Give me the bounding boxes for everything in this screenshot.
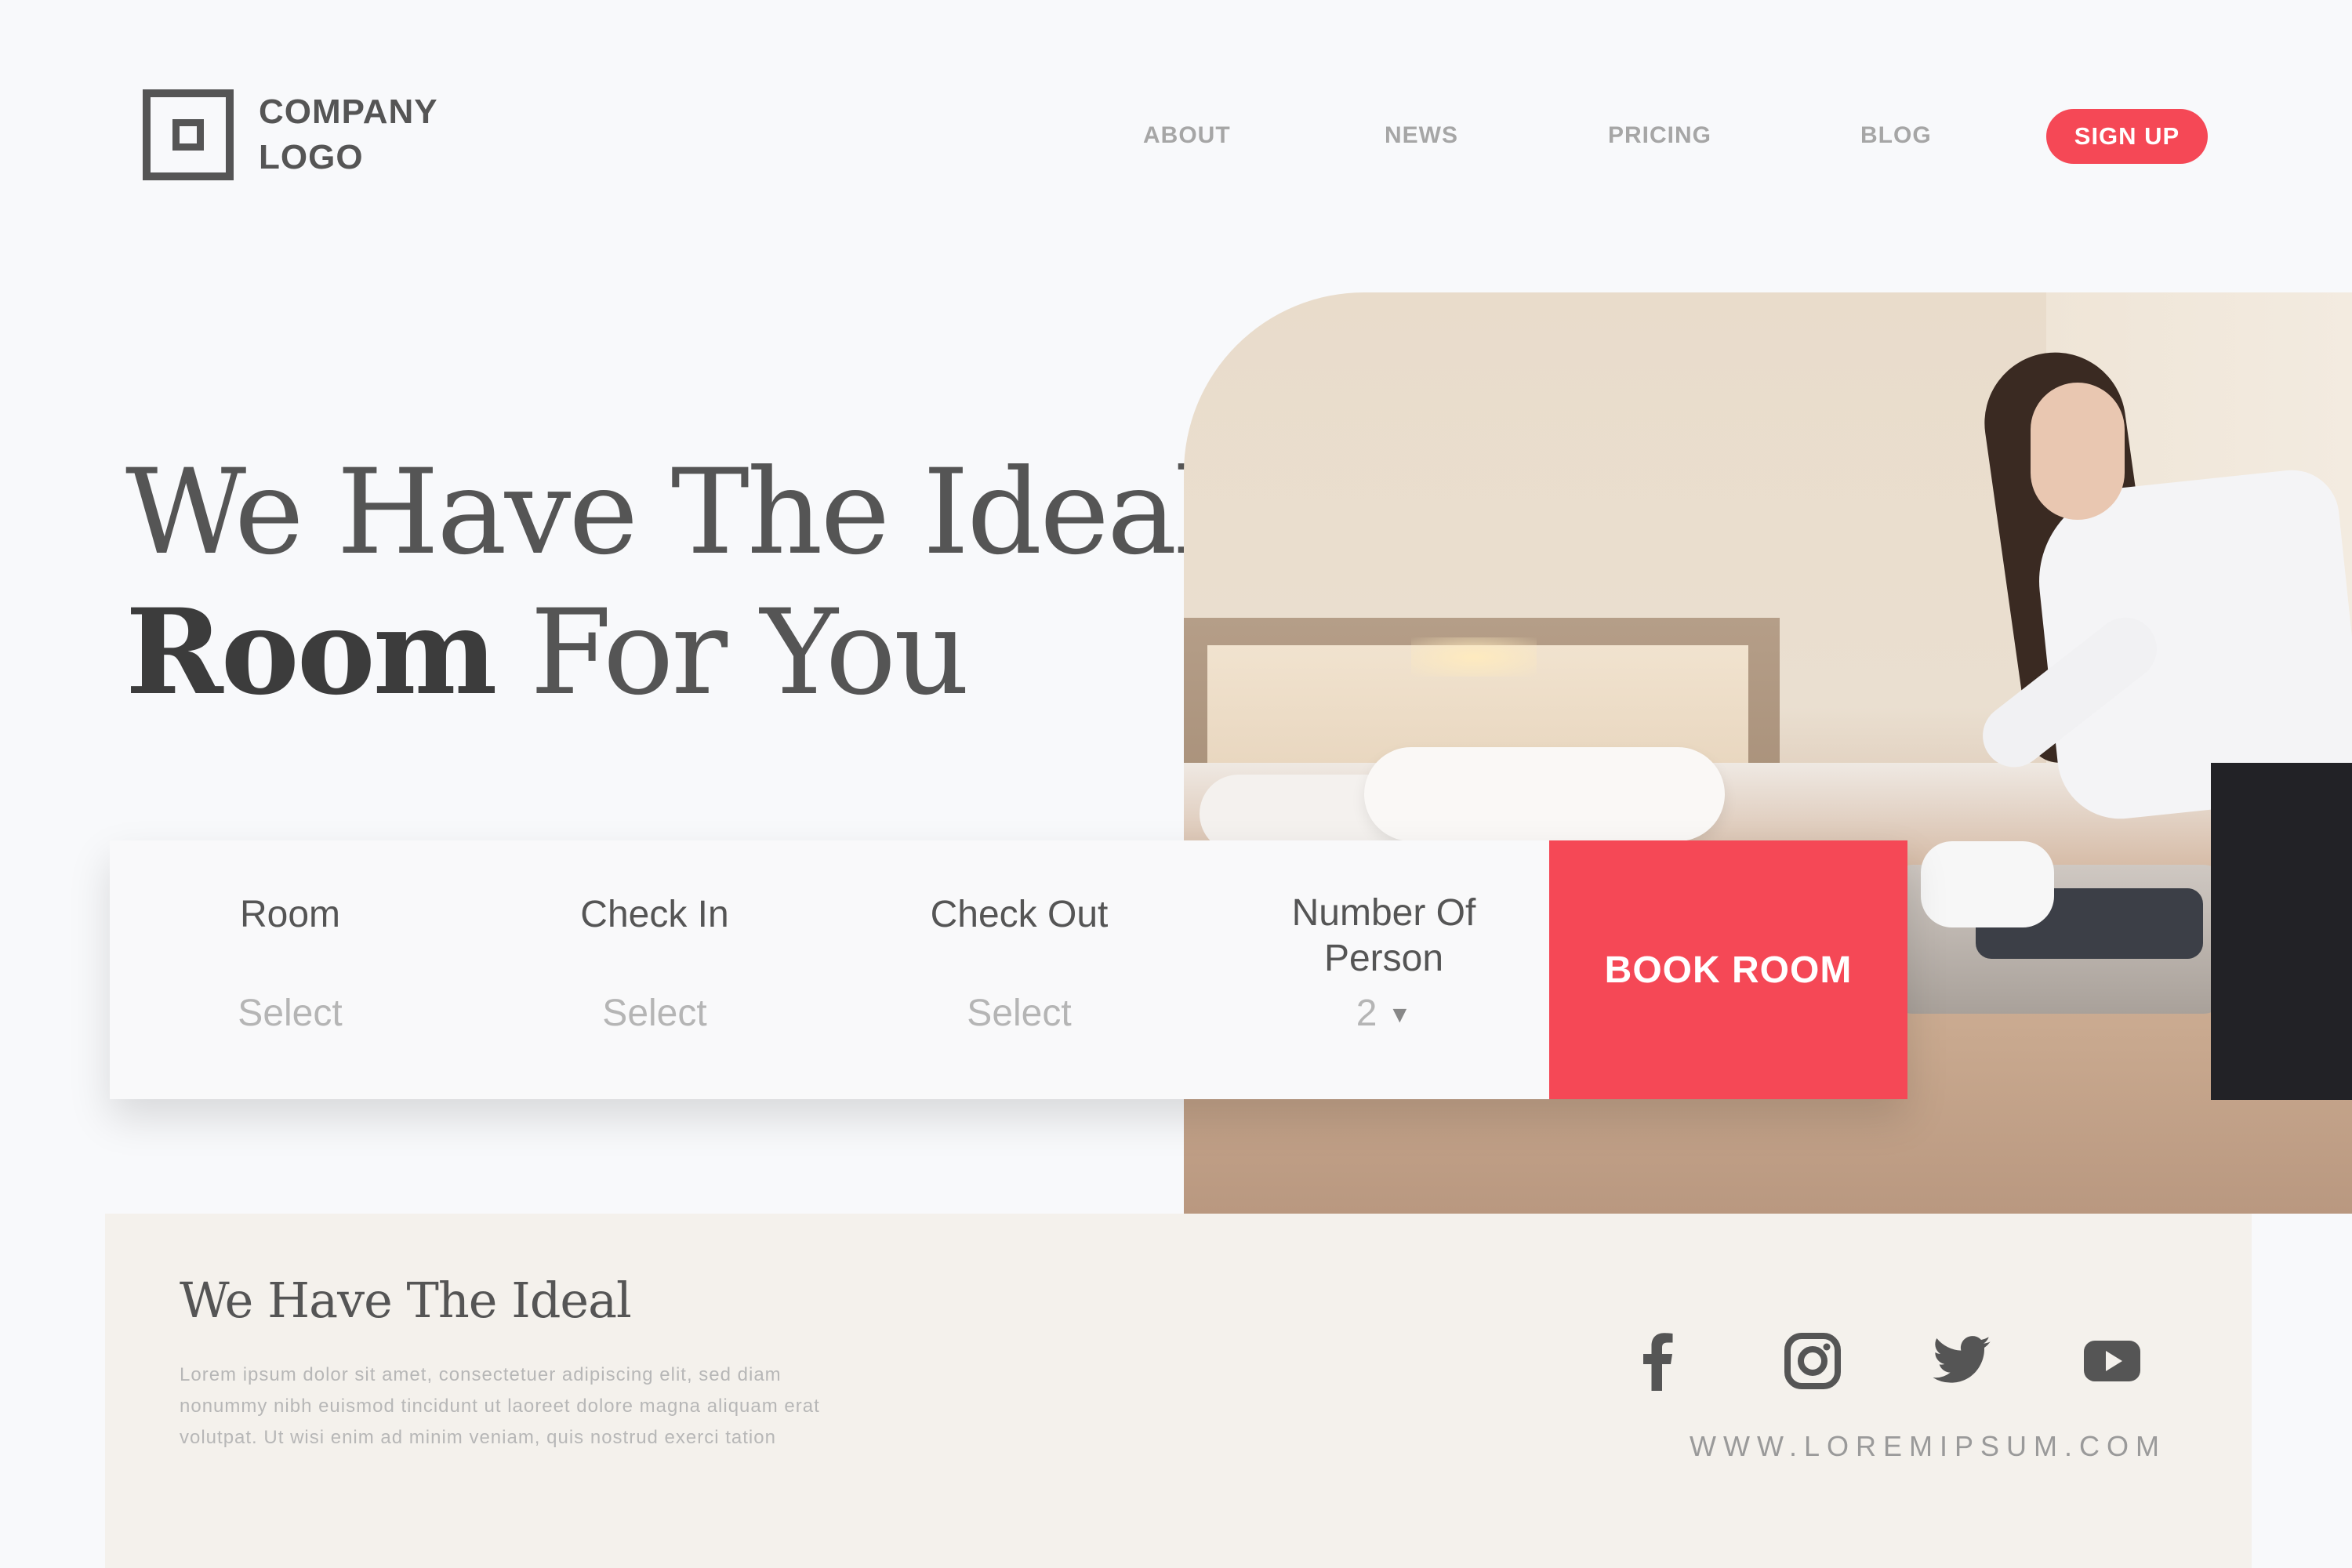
- number-of-person-label: Number Of Person: [1203, 891, 1564, 982]
- youtube-icon[interactable]: [2081, 1330, 2143, 1392]
- nav-pricing[interactable]: PRICING: [1608, 122, 1711, 149]
- website-url[interactable]: WWW.LOREMIPSUM.COM: [1657, 1430, 2198, 1463]
- number-of-person-value: 2: [1356, 993, 1377, 1034]
- number-of-person-label-line-2: Person: [1323, 938, 1444, 979]
- nav-news[interactable]: NEWS: [1385, 122, 1458, 149]
- footer: We Have The Ideal Lorem ipsum dolor sit …: [105, 1214, 2252, 1568]
- room-label: Room: [239, 894, 341, 935]
- logo-line-2: LOGO: [259, 138, 364, 176]
- logo-line-1: COMPANY: [259, 93, 438, 131]
- room-select[interactable]: Room Select: [110, 840, 470, 1099]
- check-out-label: Check Out: [930, 894, 1109, 935]
- hero-title-bold-word: Room: [125, 583, 497, 721]
- check-out-value: Select: [967, 993, 1072, 1034]
- nav-blog[interactable]: BLOG: [1860, 122, 1932, 149]
- sign-up-button[interactable]: SIGN UP: [2046, 109, 2208, 164]
- check-in-select[interactable]: Check In Select: [474, 840, 835, 1099]
- instagram-icon[interactable]: [1781, 1330, 1844, 1392]
- hero-title-line-1: We Have The Ideal: [125, 445, 1212, 581]
- number-of-person-select[interactable]: Number Of Person 2 ▼: [1203, 840, 1564, 1099]
- footer-title: We Have The Ideal: [180, 1272, 632, 1329]
- logo-square-icon: [143, 89, 234, 180]
- check-in-label: Check In: [580, 894, 729, 935]
- hero-title-line-2-rest: For You: [530, 585, 969, 721]
- company-logo[interactable]: COMPANY LOGO: [143, 89, 438, 180]
- twitter-icon[interactable]: [1930, 1330, 1993, 1392]
- facebook-icon[interactable]: [1628, 1330, 1690, 1392]
- nav-about[interactable]: ABOUT: [1143, 122, 1231, 149]
- caret-down-icon: ▼: [1388, 1002, 1412, 1029]
- book-room-button[interactable]: BOOK ROOM: [1549, 840, 1907, 1099]
- room-value: Select: [238, 993, 343, 1034]
- check-in-value: Select: [602, 993, 707, 1034]
- booking-bar: Room Select Check In Select Check Out Se…: [110, 840, 1907, 1099]
- footer-body-text: Lorem ipsum dolor sit amet, consectetuer…: [180, 1364, 820, 1448]
- number-of-person-value-wrap: 2 ▼: [1203, 991, 1564, 1038]
- hero-title: We Have The Ideal Room For You: [125, 443, 1212, 723]
- check-out-select[interactable]: Check Out Select: [839, 840, 1200, 1099]
- logo-text: COMPANY LOGO: [259, 89, 438, 180]
- number-of-person-label-line-1: Number Of: [1291, 892, 1476, 934]
